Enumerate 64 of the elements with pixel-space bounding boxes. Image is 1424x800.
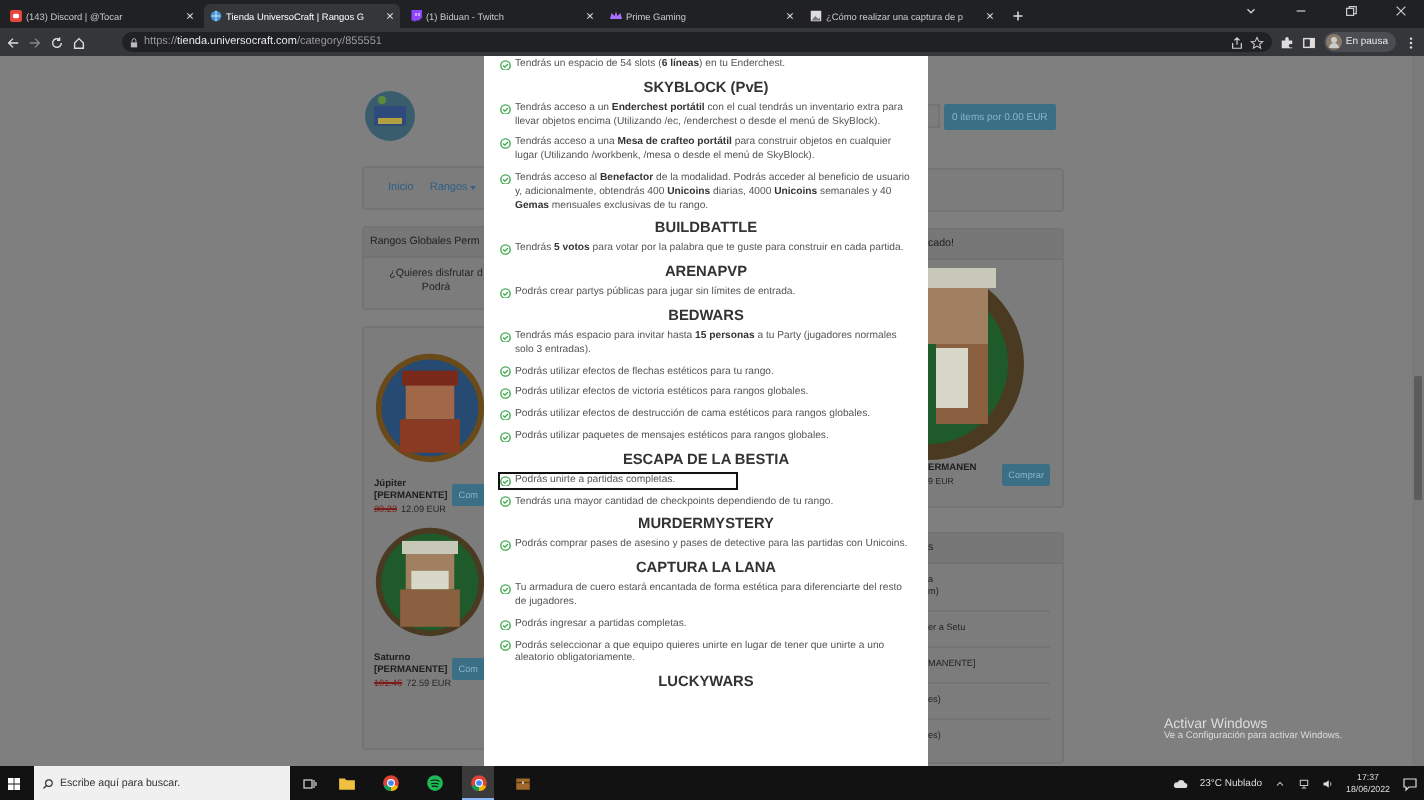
browser-icon xyxy=(381,774,399,792)
rank-artwork xyxy=(374,352,486,464)
rank-artwork xyxy=(374,526,486,638)
caret-icon[interactable] xyxy=(1244,4,1258,18)
check-icon xyxy=(500,409,511,421)
check-icon xyxy=(500,431,511,443)
chest-icon xyxy=(513,774,531,792)
nav-bar xyxy=(928,168,1064,212)
check-icon xyxy=(500,244,511,256)
taskbar-app[interactable] xyxy=(462,766,494,800)
browser-icon xyxy=(469,773,487,791)
check-icon xyxy=(500,331,511,343)
app-icon xyxy=(10,10,22,22)
lock-icon xyxy=(130,37,138,47)
folder-icon xyxy=(337,774,355,792)
menu-icon[interactable] xyxy=(1404,35,1418,49)
check-icon xyxy=(500,496,511,508)
check-icon xyxy=(500,103,511,115)
check-icon xyxy=(500,640,511,652)
forward-arrow-icon[interactable] xyxy=(28,35,42,49)
close-icon[interactable] xyxy=(586,12,594,20)
caret-up-icon[interactable] xyxy=(1274,777,1287,789)
minimize-icon[interactable] xyxy=(1294,4,1308,18)
restore-icon[interactable] xyxy=(1344,4,1358,18)
check-icon xyxy=(500,287,511,299)
check-icon xyxy=(500,366,511,378)
scrollbar[interactable] xyxy=(1412,56,1424,766)
share-icon[interactable] xyxy=(1229,35,1244,49)
close-icon[interactable] xyxy=(1394,4,1408,18)
check-icon xyxy=(500,138,511,150)
home-icon[interactable] xyxy=(72,35,86,49)
music-app-icon xyxy=(425,774,443,792)
star-icon[interactable] xyxy=(1249,35,1264,49)
crown-icon xyxy=(610,10,622,22)
image-icon xyxy=(810,10,822,22)
input-field[interactable] xyxy=(928,104,940,128)
close-icon[interactable] xyxy=(186,12,194,20)
store-logo[interactable] xyxy=(364,90,416,142)
cloud-icon xyxy=(1171,775,1188,791)
chat-bubble-icon xyxy=(410,10,422,22)
volume-icon[interactable] xyxy=(1322,777,1335,789)
check-icon xyxy=(500,59,511,71)
notification-icon[interactable] xyxy=(1402,775,1418,791)
check-icon xyxy=(500,583,511,595)
back-arrow-icon[interactable] xyxy=(6,35,20,49)
check-icon xyxy=(500,475,511,487)
close-icon[interactable] xyxy=(786,12,794,20)
windows-start-icon[interactable] xyxy=(6,775,22,791)
close-icon[interactable] xyxy=(386,12,394,20)
search-icon xyxy=(42,777,54,789)
check-icon xyxy=(500,540,511,552)
check-icon xyxy=(500,619,511,631)
task-view-icon[interactable] xyxy=(302,775,318,791)
puzzle-icon[interactable] xyxy=(1279,35,1294,49)
caret-icon xyxy=(469,186,476,190)
avatar-icon xyxy=(1325,34,1342,50)
reload-icon[interactable] xyxy=(50,35,64,49)
new-tab-icon[interactable] xyxy=(1012,10,1024,22)
check-icon xyxy=(500,388,511,400)
globe-icon xyxy=(210,10,222,22)
close-icon[interactable] xyxy=(986,12,994,20)
sidebar-icon[interactable] xyxy=(1301,35,1316,49)
check-icon xyxy=(500,173,511,185)
network-icon[interactable] xyxy=(1298,777,1311,789)
